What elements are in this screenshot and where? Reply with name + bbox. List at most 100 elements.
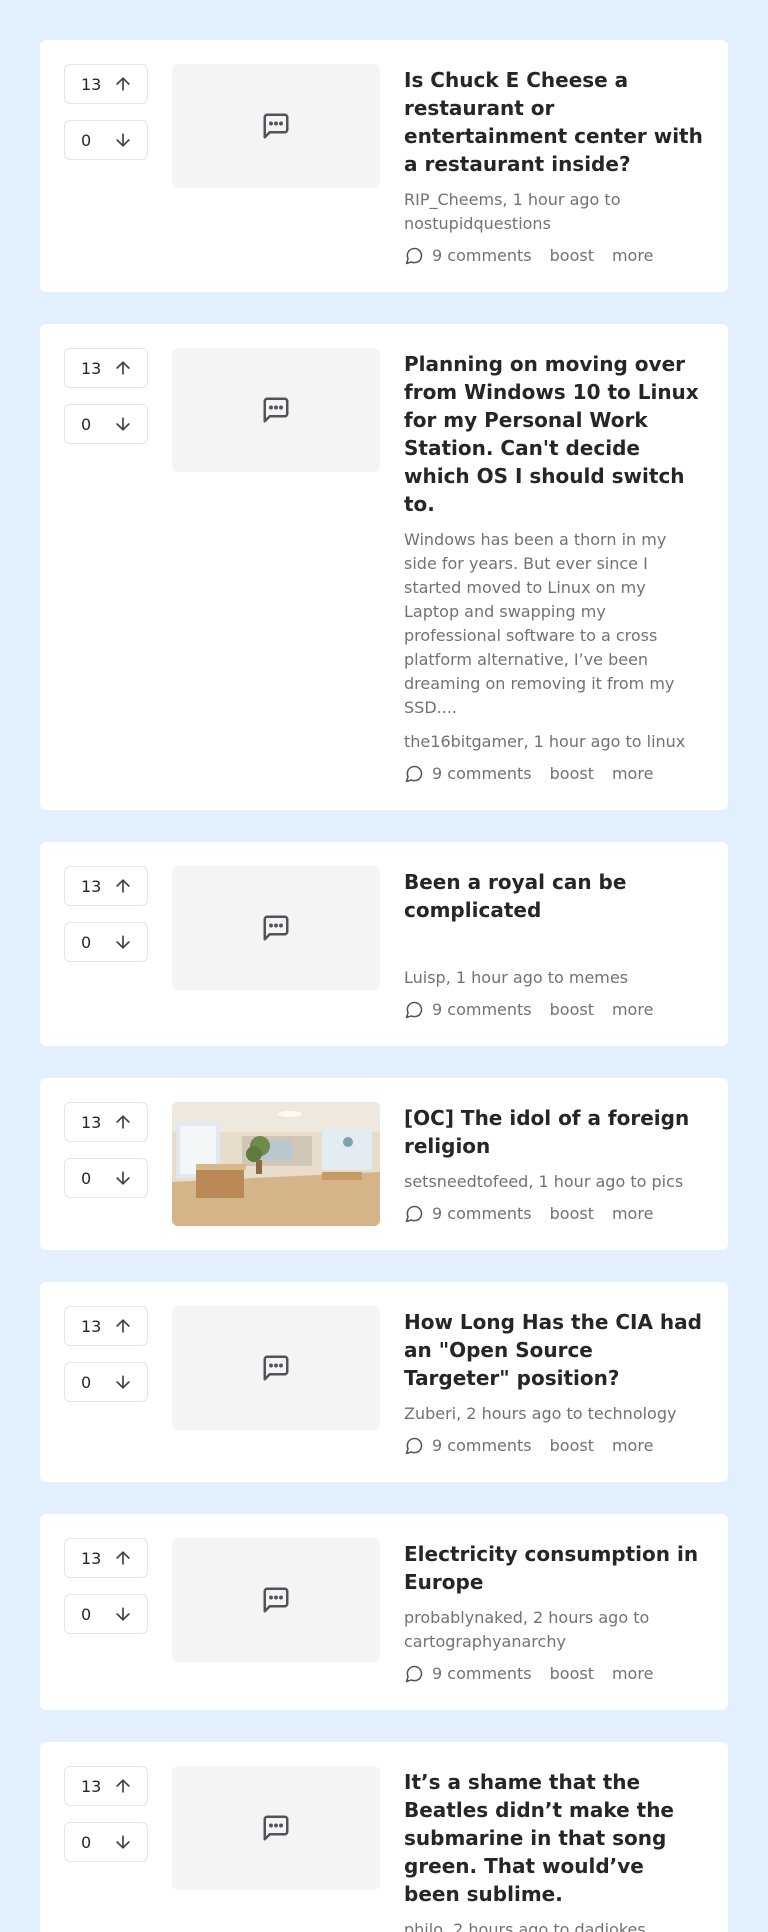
vote-controls: 13 0 bbox=[64, 1538, 148, 1634]
arrow-down-icon bbox=[116, 1375, 130, 1389]
downvote-button[interactable]: 0 bbox=[64, 1594, 148, 1634]
message-icon bbox=[263, 1815, 289, 1841]
comments-label: 9 comments bbox=[432, 1000, 532, 1019]
more-button[interactable]: more bbox=[612, 1202, 653, 1226]
post-thumbnail[interactable] bbox=[172, 1766, 380, 1890]
comments-link[interactable]: 9 comments bbox=[404, 244, 532, 268]
more-button[interactable]: more bbox=[612, 1662, 653, 1686]
upvote-button[interactable]: 13 bbox=[64, 1766, 148, 1806]
comments-link[interactable]: 9 comments bbox=[404, 1202, 532, 1226]
upvote-button[interactable]: 13 bbox=[64, 1306, 148, 1346]
message-icon bbox=[263, 113, 289, 139]
downvote-button[interactable]: 0 bbox=[64, 404, 148, 444]
post-feed: 13 0 Is Chuck E Cheese a restaurant or e… bbox=[0, 0, 768, 1932]
arrow-up-icon bbox=[116, 1115, 130, 1129]
post-meta: setsneedtofeed, 1 hour ago to pics bbox=[404, 1172, 684, 1191]
post-title[interactable]: How Long Has the CIA had an "Open Source… bbox=[404, 1306, 704, 1392]
upvote-count: 13 bbox=[81, 1112, 102, 1132]
boost-button[interactable]: boost bbox=[550, 1202, 594, 1226]
upvote-count: 13 bbox=[81, 74, 102, 94]
downvote-count: 0 bbox=[81, 1604, 92, 1624]
more-button[interactable]: more bbox=[612, 1434, 653, 1458]
message-icon bbox=[263, 1587, 289, 1613]
arrow-down-icon bbox=[116, 1171, 130, 1185]
post-image[interactable] bbox=[172, 1102, 380, 1226]
post-title[interactable]: Is Chuck E Cheese a restaurant or entert… bbox=[404, 64, 704, 178]
downvote-button[interactable]: 0 bbox=[64, 1362, 148, 1402]
arrow-up-icon bbox=[116, 1319, 130, 1333]
comment-icon bbox=[405, 765, 423, 783]
comments-link[interactable]: 9 comments bbox=[404, 998, 532, 1022]
downvote-count: 0 bbox=[81, 1168, 92, 1188]
comment-icon bbox=[405, 1205, 423, 1223]
post-thumbnail[interactable] bbox=[172, 1538, 380, 1662]
more-button[interactable]: more bbox=[612, 762, 653, 786]
post-meta: Luisp, 1 hour ago to memes bbox=[404, 968, 629, 987]
post-card: 13 0 It’s a shame that the Beatles didn’… bbox=[40, 1742, 728, 1932]
upvote-count: 13 bbox=[81, 876, 102, 896]
more-button[interactable]: more bbox=[612, 998, 653, 1022]
post-thumbnail[interactable] bbox=[172, 1306, 380, 1430]
post-body: How Long Has the CIA had an "Open Source… bbox=[404, 1306, 704, 1458]
upvote-button[interactable]: 13 bbox=[64, 866, 148, 906]
downvote-button[interactable]: 0 bbox=[64, 1158, 148, 1198]
post-title[interactable]: Been a royal can be complicated bbox=[404, 866, 704, 924]
vote-controls: 13 0 bbox=[64, 866, 148, 962]
post-body: Is Chuck E Cheese a restaurant or entert… bbox=[404, 64, 704, 268]
post-meta: probablynaked, 2 hours ago to cartograph… bbox=[404, 1608, 650, 1651]
post-thumbnail[interactable] bbox=[172, 866, 380, 990]
downvote-button[interactable]: 0 bbox=[64, 120, 148, 160]
post-meta: Zuberi, 2 hours ago to technology bbox=[404, 1404, 677, 1423]
post-meta: the16bitgamer, 1 hour ago to linux bbox=[404, 732, 686, 751]
upvote-button[interactable]: 13 bbox=[64, 64, 148, 104]
upvote-button[interactable]: 13 bbox=[64, 348, 148, 388]
more-button[interactable]: more bbox=[612, 244, 653, 268]
boost-button[interactable]: boost bbox=[550, 762, 594, 786]
vote-controls: 13 0 bbox=[64, 64, 148, 160]
post-body: [OC] The idol of a foreign religion sets… bbox=[404, 1102, 704, 1226]
upvote-count: 13 bbox=[81, 1316, 102, 1336]
arrow-down-icon bbox=[116, 1607, 130, 1621]
office-photo bbox=[172, 1102, 380, 1226]
vote-controls: 13 0 bbox=[64, 1766, 148, 1862]
comments-label: 9 comments bbox=[432, 246, 532, 265]
comment-icon bbox=[405, 247, 423, 265]
upvote-button[interactable]: 13 bbox=[64, 1102, 148, 1142]
post-title[interactable]: Electricity consumption in Europe bbox=[404, 1538, 704, 1596]
boost-button[interactable]: boost bbox=[550, 1434, 594, 1458]
downvote-button[interactable]: 0 bbox=[64, 922, 148, 962]
boost-button[interactable]: boost bbox=[550, 244, 594, 268]
post-card: 13 0 Been a royal can be complicated Lui… bbox=[40, 842, 728, 1046]
post-body: Planning on moving over from Windows 10 … bbox=[404, 348, 704, 786]
post-card: 13 0 Electricity consumption in Europe p… bbox=[40, 1514, 728, 1710]
message-icon bbox=[263, 1355, 289, 1381]
comments-link[interactable]: 9 comments bbox=[404, 1662, 532, 1686]
message-icon bbox=[263, 915, 289, 941]
post-thumbnail[interactable] bbox=[172, 64, 380, 188]
vote-controls: 13 0 bbox=[64, 1306, 148, 1402]
arrow-down-icon bbox=[116, 417, 130, 431]
post-body: It’s a shame that the Beatles didn’t mak… bbox=[404, 1766, 704, 1932]
comments-link[interactable]: 9 comments bbox=[404, 762, 532, 786]
post-card: 13 0 Is Chuck E Cheese a restaurant or e… bbox=[40, 40, 728, 292]
arrow-down-icon bbox=[116, 935, 130, 949]
post-thumbnail[interactable] bbox=[172, 348, 380, 472]
boost-button[interactable]: boost bbox=[550, 1662, 594, 1686]
boost-button[interactable]: boost bbox=[550, 998, 594, 1022]
arrow-down-icon bbox=[116, 1835, 130, 1849]
post-title[interactable]: [OC] The idol of a foreign religion bbox=[404, 1102, 704, 1160]
upvote-button[interactable]: 13 bbox=[64, 1538, 148, 1578]
arrow-up-icon bbox=[116, 361, 130, 375]
post-actions: 9 comments boost more bbox=[404, 1434, 704, 1458]
post-title[interactable]: It’s a shame that the Beatles didn’t mak… bbox=[404, 1766, 704, 1908]
post-card: 13 0 [OC] The idol of a foreign religion… bbox=[40, 1078, 728, 1250]
comments-label: 9 comments bbox=[432, 1436, 532, 1455]
post-title[interactable]: Planning on moving over from Windows 10 … bbox=[404, 348, 704, 518]
downvote-button[interactable]: 0 bbox=[64, 1822, 148, 1862]
comment-icon bbox=[405, 1001, 423, 1019]
comment-icon bbox=[405, 1665, 423, 1683]
arrow-up-icon bbox=[116, 77, 130, 91]
comments-link[interactable]: 9 comments bbox=[404, 1434, 532, 1458]
post-meta: RIP_Cheems, 1 hour ago to nostupidquesti… bbox=[404, 190, 621, 233]
post-actions: 9 comments boost more bbox=[404, 244, 704, 268]
